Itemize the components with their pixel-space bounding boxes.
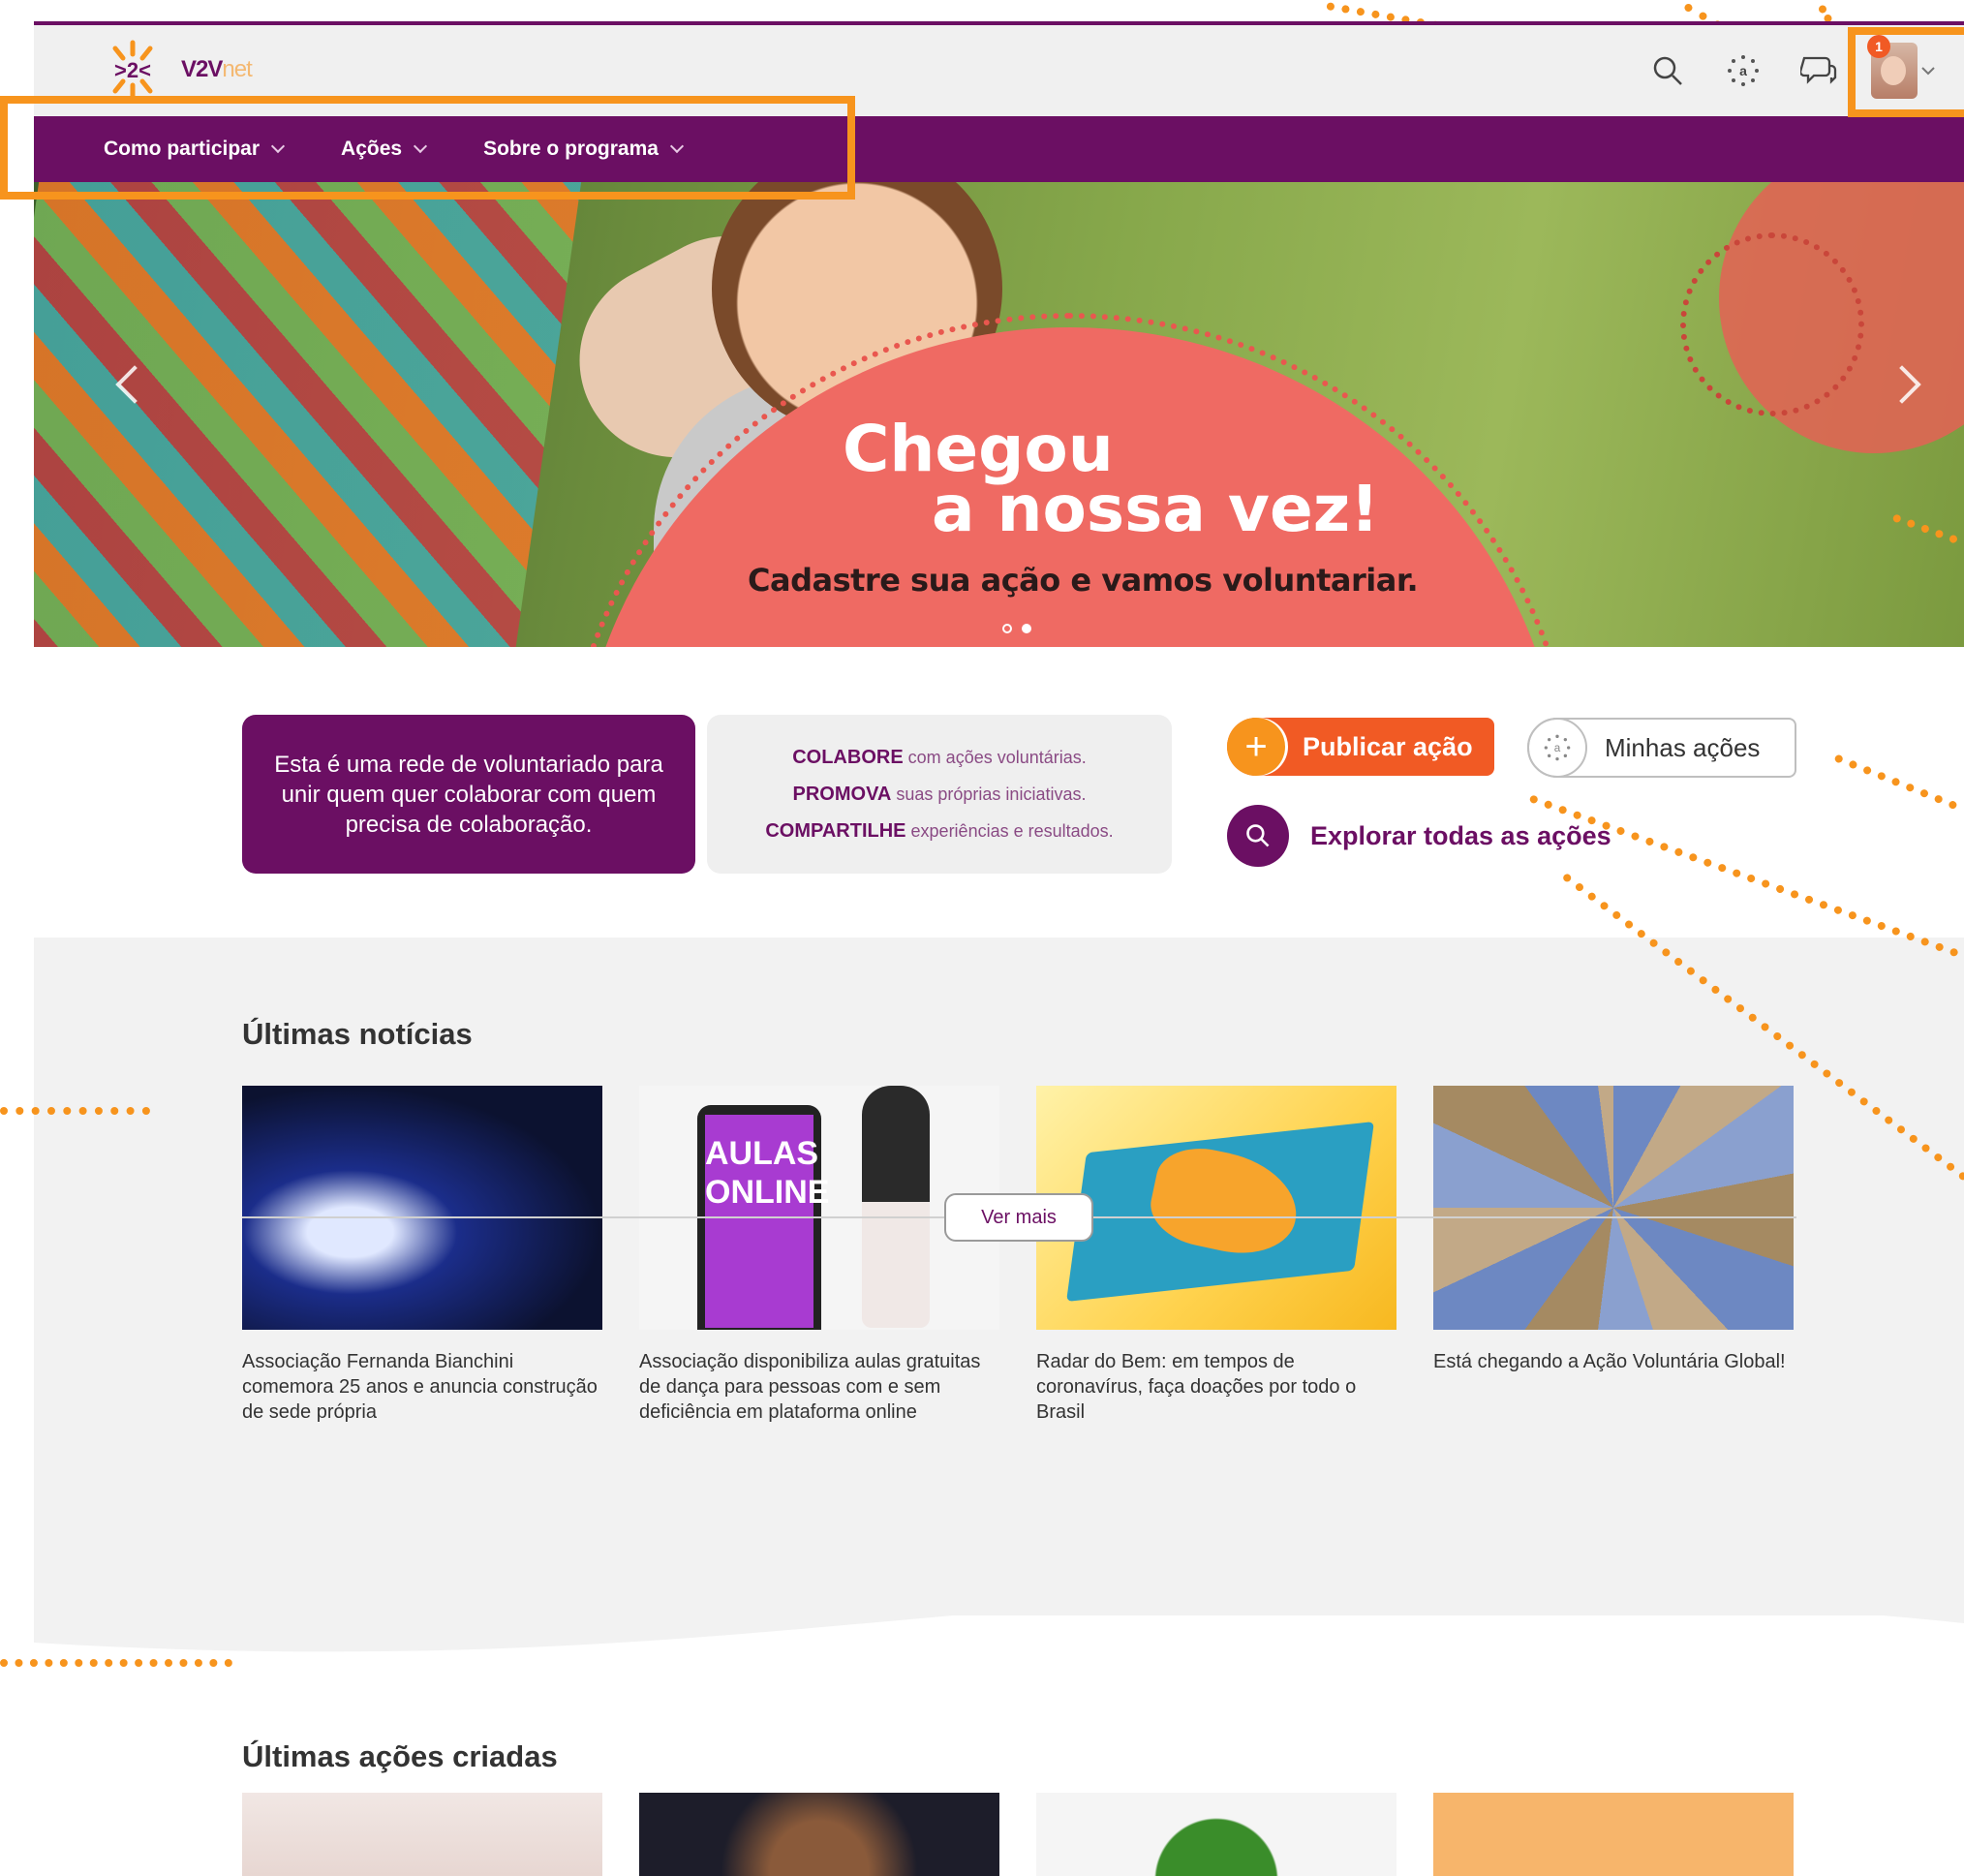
latest-news-section: Últimas notícias Associação Fernanda Bia…: [34, 938, 1964, 1615]
carousel-dot-2[interactable]: [1022, 624, 1031, 633]
plus-icon: +: [1227, 718, 1285, 776]
hero-blanket-image: [34, 182, 584, 647]
publish-action-label: Publicar ação: [1303, 731, 1473, 761]
site-logo[interactable]: >2< V2Vnet: [102, 39, 253, 101]
svg-text:a: a: [1554, 742, 1561, 754]
annotation-box-avatar: [1848, 27, 1964, 117]
intro-line-colabore: COLABORE com ações voluntárias.: [792, 747, 1087, 768]
annotation-line-left-2: [0, 1659, 232, 1667]
svg-text:>2<: >2<: [114, 58, 151, 82]
action-card-image[interactable]: [1433, 1793, 1794, 1876]
sun-icon[interactable]: a: [1720, 47, 1766, 94]
hero-title: Chegou a nossa vez!: [843, 412, 1380, 546]
see-more-button[interactable]: Ver mais: [944, 1193, 1093, 1242]
news-image: [1433, 1086, 1794, 1330]
intro-line-compartilhe: COMPARTILHE experiências e resultados.: [765, 820, 1114, 842]
sun-icon: a: [1527, 718, 1587, 778]
explore-actions-link[interactable]: Explorar todas as ações: [1227, 805, 1611, 867]
news-card[interactable]: AULAS ONLINE Associação disponibiliza au…: [639, 1086, 999, 1425]
intro-verbs: COLABORE com ações voluntárias. PROMOVA …: [707, 715, 1172, 874]
news-caption: Associação disponibiliza aulas gratuitas…: [639, 1351, 981, 1423]
action-card-image[interactable]: [639, 1793, 999, 1876]
news-image: [242, 1086, 602, 1330]
hero-subtitle: Cadastre sua ação e vamos voluntariar.: [748, 562, 1419, 599]
chat-icon[interactable]: [1795, 47, 1842, 94]
dancer-image: [862, 1086, 930, 1328]
svg-text:a: a: [1739, 63, 1747, 78]
carousel-dot-1[interactable]: [1002, 624, 1012, 633]
intro-line-promova: PROMOVA suas próprias iniciativas.: [792, 784, 1087, 805]
news-caption: Está chegando a Ação Voluntária Global!: [1433, 1351, 1786, 1372]
news-card[interactable]: Radar do Bem: em tempos de coronavírus, …: [1036, 1086, 1396, 1425]
intro-description: Esta é uma rede de voluntariado para uni…: [242, 715, 695, 874]
annotation-line-left-1: [0, 1107, 150, 1115]
annotation-box-nav: [0, 96, 855, 200]
section-title-actions: Últimas ações criadas: [242, 1739, 558, 1773]
action-card-image[interactable]: [242, 1793, 602, 1876]
news-caption: Associação Fernanda Bianchini comemora 2…: [242, 1351, 598, 1423]
action-card-image[interactable]: [1036, 1793, 1396, 1876]
my-actions-button[interactable]: a Minhas ações: [1527, 718, 1796, 778]
section-wave-divider: [34, 1584, 1964, 1652]
publish-action-button[interactable]: + Publicar ação: [1227, 718, 1494, 776]
aulas-online-text: AULAS ONLINE: [705, 1115, 829, 1328]
logo-text: V2Vnet: [181, 56, 253, 82]
my-actions-label: Minhas ações: [1605, 732, 1761, 762]
section-title-news: Últimas notícias: [242, 1017, 473, 1051]
news-caption: Radar do Bem: em tempos de coronavírus, …: [1036, 1351, 1357, 1423]
hero-carousel: Chegou a nossa vez! Cadastre sua ação e v…: [34, 182, 1964, 647]
search-icon: [1227, 805, 1289, 867]
news-card[interactable]: Está chegando a Ação Voluntária Global!: [1433, 1086, 1794, 1374]
explore-actions-label: Explorar todas as ações: [1310, 820, 1611, 850]
news-card[interactable]: Associação Fernanda Bianchini comemora 2…: [242, 1086, 602, 1425]
page: >2< V2Vnet a 1 Como participar Ações Sob…: [34, 21, 1964, 1876]
search-icon[interactable]: [1644, 47, 1691, 94]
hero-decor-dotted-circle: [1680, 232, 1864, 416]
carousel-indicators: [1002, 624, 1031, 633]
logo-icon: >2<: [112, 40, 153, 100]
